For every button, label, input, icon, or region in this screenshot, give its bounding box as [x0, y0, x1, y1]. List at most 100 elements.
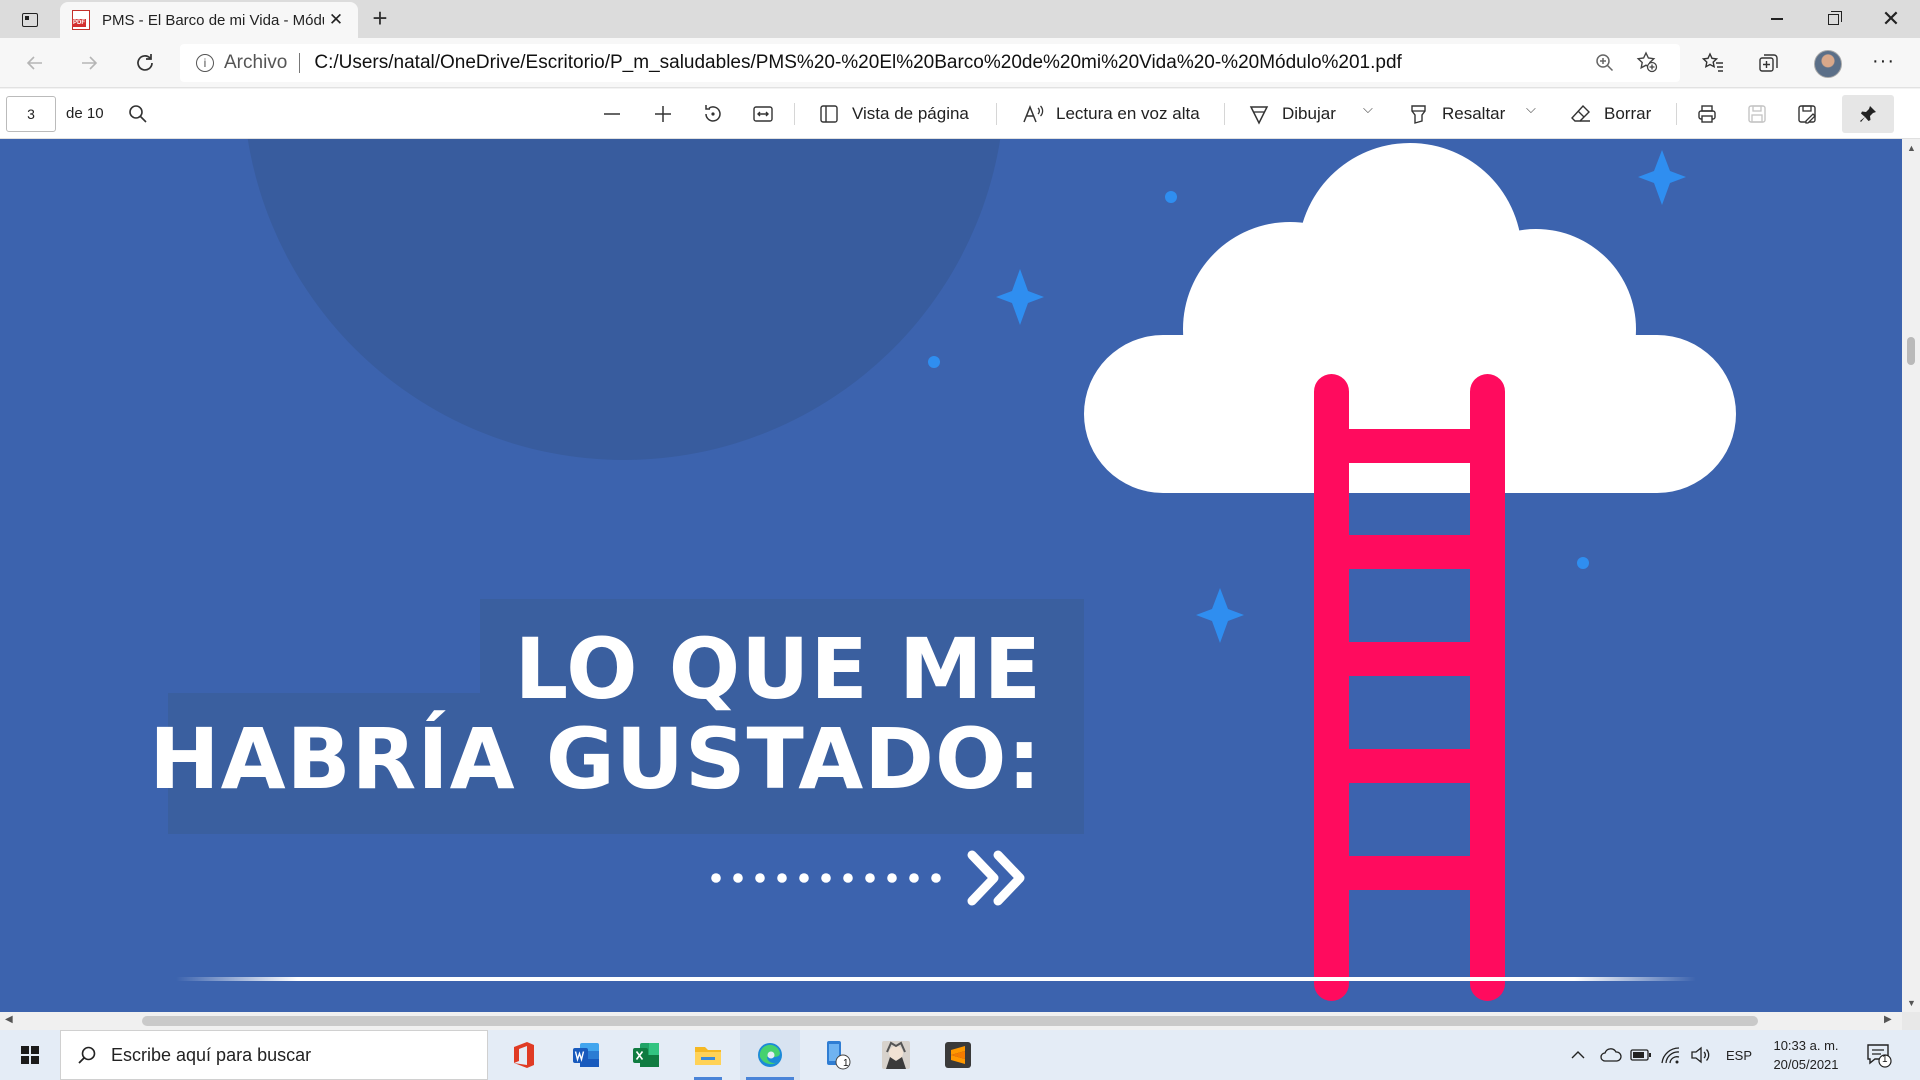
address-input[interactable]: i Archivo C:/Users/natal/OneDrive/Escrit… — [180, 44, 1680, 82]
phone-link-icon — [827, 1041, 851, 1070]
edge-app-button[interactable] — [740, 1030, 800, 1080]
reload-button[interactable] — [128, 46, 162, 80]
show-hidden-icons-button[interactable] — [1570, 1030, 1586, 1080]
read-aloud-label: Lectura en voz alta — [1056, 104, 1200, 123]
highlight-options-chevron-icon[interactable]: ⌵ — [1526, 101, 1536, 117]
draw-pen-icon — [1249, 106, 1269, 125]
pdf-toolbar: 3 de 10 Vista de página Lectura en voz a… — [0, 89, 1920, 139]
headline-block: LO QUE ME HABRÍA GUSTADO: — [149, 599, 1084, 834]
sublime-text-icon — [945, 1042, 971, 1068]
onedrive-tray-button[interactable] — [1600, 1030, 1622, 1080]
clock-time: 10:33 a. m. — [1773, 1038, 1839, 1053]
dotted-arrow — [711, 873, 941, 883]
save-button[interactable] — [1746, 101, 1780, 127]
sparkle-dot — [928, 356, 940, 368]
scrollbar-corner — [1902, 1012, 1920, 1030]
pdf-page-viewport[interactable]: LO QUE ME HABRÍA GUSTADO: — [0, 139, 1902, 1012]
save-as-button[interactable] — [1796, 101, 1830, 127]
sparkle-dot — [1165, 191, 1177, 203]
scroll-up-icon[interactable]: ▲ — [1907, 143, 1916, 153]
photo-app-icon — [882, 1041, 910, 1069]
highlight-button[interactable]: Resaltar — [1408, 101, 1505, 127]
horizontal-scrollbar[interactable]: ◀ ▶ — [0, 1012, 1902, 1030]
phone-app-button[interactable]: 1 — [808, 1030, 868, 1080]
zoom-in-button[interactable] — [653, 101, 685, 127]
excel-app-button[interactable] — [616, 1030, 676, 1080]
collections-button[interactable] — [1754, 48, 1784, 78]
excel-icon — [633, 1043, 659, 1067]
save-as-icon — [1798, 105, 1816, 124]
fit-width-button[interactable] — [752, 101, 786, 127]
scroll-down-icon[interactable]: ▼ — [1907, 998, 1916, 1008]
vertical-scroll-thumb[interactable] — [1907, 337, 1915, 365]
close-window-button[interactable]: ✕ — [1862, 0, 1920, 38]
notifications-button[interactable]: 1 — [1866, 1042, 1892, 1068]
address-prefix: Archivo — [224, 52, 288, 73]
sublime-app-button[interactable] — [928, 1030, 988, 1080]
chevron-up-icon — [1571, 1051, 1585, 1059]
read-aloud-button[interactable]: Lectura en voz alta — [1022, 101, 1200, 127]
active-tab[interactable]: PMS - El Barco de mi Vida - Módulo 1 ✕ — [60, 2, 358, 38]
forward-button[interactable] — [72, 46, 106, 80]
edge-icon — [758, 1043, 782, 1067]
minimize-button[interactable] — [1748, 0, 1806, 38]
clock[interactable]: 10:33 a. m. 20/05/2021 — [1768, 1036, 1844, 1074]
find-button[interactable] — [128, 101, 160, 127]
rotate-button[interactable] — [702, 101, 736, 127]
back-button[interactable] — [18, 46, 52, 80]
file-explorer-icon — [695, 1047, 721, 1065]
start-button[interactable] — [0, 1030, 60, 1080]
word-icon — [573, 1043, 599, 1067]
page-view-button[interactable]: Vista de página — [818, 101, 969, 127]
phone-badge-count: 1 — [843, 1058, 849, 1069]
pin-toolbar-button[interactable] — [1842, 95, 1894, 133]
office-icon — [514, 1042, 534, 1068]
windows-logo-icon — [21, 1046, 39, 1064]
battery-tray-button[interactable] — [1630, 1030, 1652, 1080]
volume-tray-button[interactable] — [1690, 1030, 1712, 1080]
zoom-icon[interactable] — [1594, 52, 1616, 74]
scroll-right-icon[interactable]: ▶ — [1884, 1014, 1892, 1025]
draw-button[interactable]: Dibujar — [1248, 101, 1336, 127]
url-text: C:/Users/natal/OneDrive/Escritorio/P_m_s… — [314, 52, 1402, 73]
new-tab-button[interactable]: + — [366, 5, 394, 32]
toolbar-divider — [1676, 103, 1677, 125]
file-explorer-app-button[interactable] — [678, 1030, 738, 1080]
notification-icon — [1867, 1044, 1892, 1068]
restore-button[interactable] — [1804, 0, 1862, 38]
office-app-button[interactable] — [494, 1030, 554, 1080]
profile-avatar[interactable] — [1814, 50, 1842, 78]
taskbar-search[interactable]: Escribe aquí para buscar — [60, 1030, 488, 1080]
draw-options-chevron-icon[interactable]: ⌵ — [1363, 101, 1373, 117]
rotate-icon — [705, 105, 721, 122]
wifi-tray-button[interactable] — [1660, 1030, 1682, 1080]
add-favorite-icon[interactable] — [1636, 51, 1658, 73]
zoom-out-button[interactable] — [602, 101, 634, 127]
headline-line-1: LO QUE ME — [514, 620, 1042, 718]
scroll-left-icon[interactable]: ◀ — [5, 1014, 13, 1025]
highlighter-icon — [1411, 105, 1426, 124]
pin-icon — [1860, 106, 1876, 122]
baseline-divider — [176, 977, 1696, 981]
notification-count: 1 — [1882, 1054, 1888, 1065]
close-tab-icon[interactable]: ✕ — [326, 10, 346, 30]
search-placeholder: Escribe aquí para buscar — [111, 1044, 312, 1065]
photos-app-button[interactable] — [866, 1030, 926, 1080]
word-app-button[interactable] — [556, 1030, 616, 1080]
info-icon[interactable]: i — [196, 54, 214, 72]
language-indicator[interactable]: ESP — [1726, 1030, 1752, 1080]
favorites-button[interactable] — [1698, 48, 1728, 78]
erase-label: Borrar — [1604, 104, 1652, 123]
erase-button[interactable]: Borrar — [1570, 101, 1651, 127]
tab-actions-button[interactable] — [12, 8, 48, 32]
eraser-icon — [1571, 104, 1590, 122]
page-number-input[interactable]: 3 — [6, 96, 56, 132]
double-chevron-icon — [967, 850, 1025, 906]
settings-more-button[interactable]: ··· — [1872, 50, 1895, 73]
sparkle-star — [1196, 588, 1244, 643]
vertical-scrollbar[interactable]: ▲ ▼ — [1902, 139, 1920, 1012]
cloud-icon — [1600, 1048, 1622, 1062]
sparkle-star — [996, 269, 1044, 325]
print-button[interactable] — [1696, 101, 1730, 127]
horizontal-scroll-thumb[interactable] — [142, 1016, 1758, 1026]
